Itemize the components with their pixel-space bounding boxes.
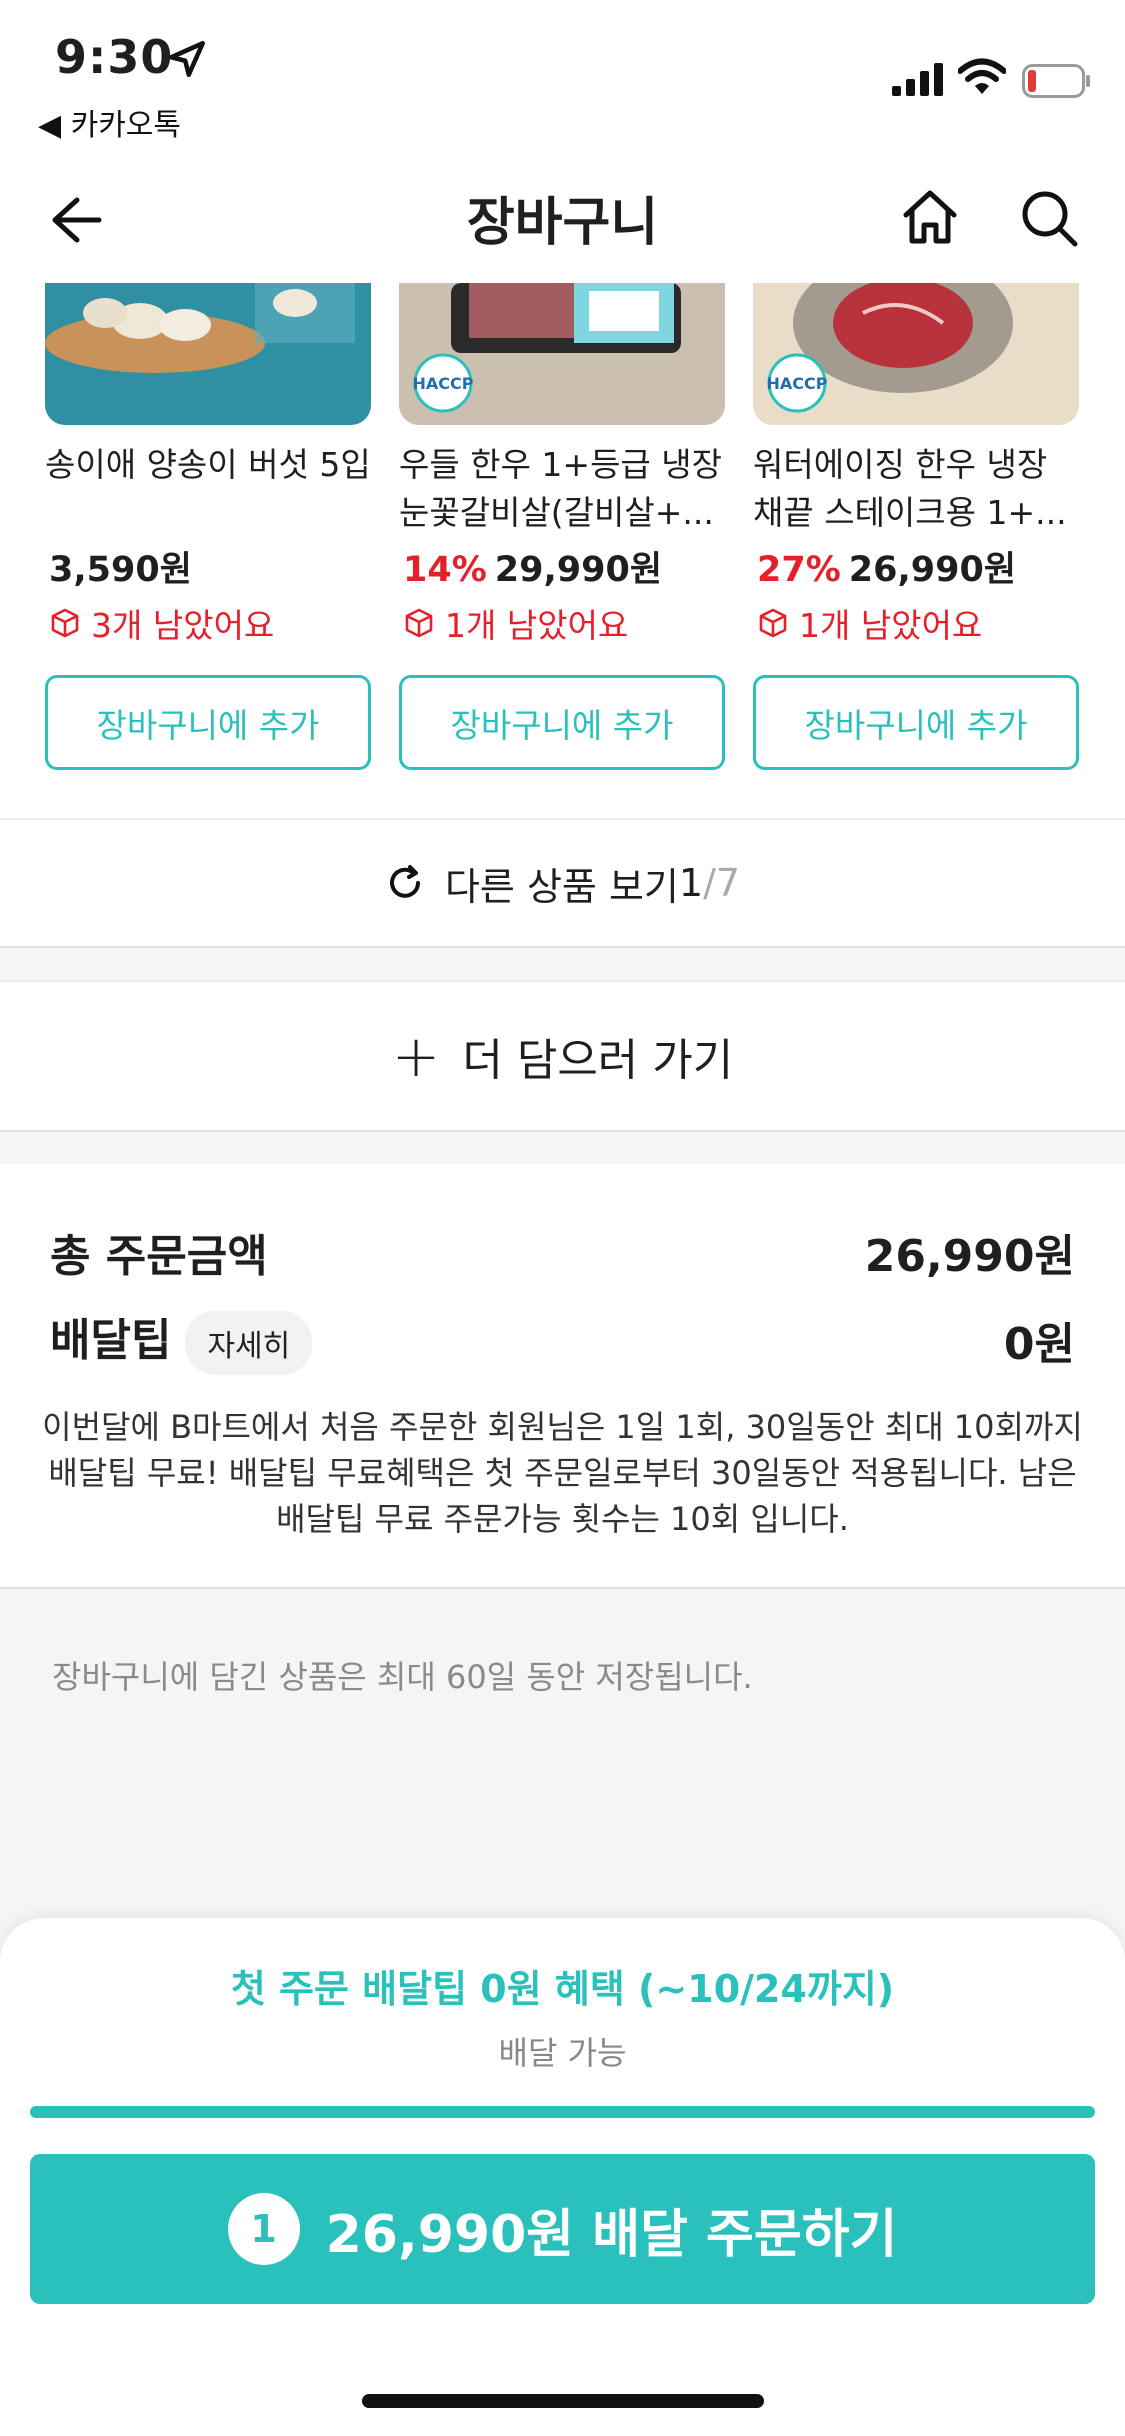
delivery-tip-row: 배달팁 자세히 0원 xyxy=(50,1304,1075,1375)
delivery-tip-notice: 이번달에 B마트에서 처음 주문한 회원님은 1일 1회, 30일동안 최대 1… xyxy=(42,1408,1083,1538)
wifi-icon xyxy=(958,58,1006,94)
first-order-benefit: 첫 주문 배달팁 0원 혜택 (~10/24까지) xyxy=(230,1967,895,2011)
recommended-products: 송이애 양송이 버섯 5입 3,590원 3개 남았어요 장바구니에 추가 HA… xyxy=(0,283,1125,818)
product-price: 14% 29,990원 xyxy=(403,541,662,592)
order-button[interactable]: 1 26,990원 배달 주문하기 xyxy=(30,2154,1095,2304)
search-icon[interactable] xyxy=(1018,187,1080,249)
delivery-tip-detail-button[interactable]: 자세히 xyxy=(185,1311,313,1375)
delivery-tip-label-wrap: 배달팁 자세히 xyxy=(50,1304,313,1375)
delivery-status: 배달 가능 xyxy=(498,2034,627,2072)
total-amount-value: 26,990원 xyxy=(864,1231,1075,1282)
add-to-cart-button[interactable]: 장바구니에 추가 xyxy=(399,675,725,770)
order-bottom-sheet: 첫 주문 배달팁 0원 혜택 (~10/24까지) 배달 가능 1 26,990… xyxy=(0,1918,1125,2436)
total-amount-row: 총 주문금액 26,990원 xyxy=(50,1220,1075,1284)
stock-text: 1개 남았어요 xyxy=(445,606,629,645)
total-amount-label: 총 주문금액 xyxy=(50,1231,268,1282)
refresh-icon xyxy=(389,865,420,898)
svg-text:HACCP: HACCP xyxy=(767,374,828,393)
product-price: 3,590원 xyxy=(49,541,192,592)
status-bar: 9:30 ◀ 카카오톡 xyxy=(0,0,1125,165)
see-other-products-label: 다른 상품 보기 xyxy=(444,864,679,909)
home-indicator xyxy=(362,2394,764,2408)
plus-icon: + xyxy=(391,1022,441,1090)
stock-text: 1개 남았어요 xyxy=(799,606,983,645)
location-arrow-icon xyxy=(168,40,206,78)
page-total: /7 xyxy=(703,861,741,905)
product-price: 27% 26,990원 xyxy=(757,541,1016,592)
back-to-app-link[interactable]: ◀ 카카오톡 xyxy=(38,100,181,144)
cart-header: 장바구니 xyxy=(0,165,1125,283)
home-icon[interactable] xyxy=(898,185,962,249)
product-stock: 1개 남았어요 xyxy=(757,599,982,647)
discount-rate: 14% xyxy=(403,550,487,590)
battery-icon xyxy=(1022,64,1090,98)
discount-rate: 27% xyxy=(757,550,841,590)
order-button-label: 26,990원 배달 주문하기 xyxy=(325,2204,898,2265)
delivery-progress-fill xyxy=(30,2106,1095,2118)
status-time: 9:30 xyxy=(55,30,174,84)
delivery-tip-label: 배달팁 xyxy=(50,1315,172,1366)
storage-note: 장바구니에 담긴 상품은 최대 60일 동안 저장됩니다. xyxy=(52,1658,753,1696)
box-icon xyxy=(759,608,787,638)
delivery-progress-bar xyxy=(30,2106,1095,2118)
svg-text:HACCP: HACCP xyxy=(413,374,474,393)
product-name[interactable]: 우들 한우 1+등급 냉장 눈꽃갈비살(갈비살+... xyxy=(399,441,729,537)
box-icon xyxy=(51,608,79,638)
product-stock: 1개 남았어요 xyxy=(403,599,628,647)
box-icon xyxy=(405,608,433,638)
cellular-signal-icon xyxy=(892,63,943,96)
product-image-mushroom[interactable] xyxy=(45,283,371,425)
see-other-products-button[interactable]: 다른 상품 보기 1/7 xyxy=(0,818,1125,948)
add-more-label: 더 담으러 가기 xyxy=(462,1035,734,1086)
order-summary: 총 주문금액 26,990원 배달팁 자세히 0원 이번달에 B마트에서 처음 주… xyxy=(0,1164,1125,1589)
product-price-value: 26,990원 xyxy=(848,550,1017,590)
stock-text: 3개 남았어요 xyxy=(91,606,275,645)
product-image-beef-rib[interactable]: HACCP xyxy=(399,283,725,425)
product-stock: 3개 남았어요 xyxy=(49,599,274,647)
product-image-steak[interactable]: HACCP xyxy=(753,283,1079,425)
add-more-button[interactable]: + 더 담으러 가기 xyxy=(0,980,1125,1132)
product-price-value: 3,590원 xyxy=(49,550,192,590)
delivery-tip-value: 0원 xyxy=(1003,1318,1075,1370)
add-to-cart-button[interactable]: 장바구니에 추가 xyxy=(45,675,371,770)
product-name[interactable]: 송이애 양송이 버섯 5입 xyxy=(45,441,375,489)
product-price-value: 29,990원 xyxy=(494,550,663,590)
product-name[interactable]: 워터에이징 한우 냉장 채끝 스테이크용 1+... xyxy=(753,441,1083,537)
add-to-cart-button[interactable]: 장바구니에 추가 xyxy=(753,675,1079,770)
item-count-badge: 1 xyxy=(227,2193,300,2265)
page-current: 1 xyxy=(678,861,704,905)
